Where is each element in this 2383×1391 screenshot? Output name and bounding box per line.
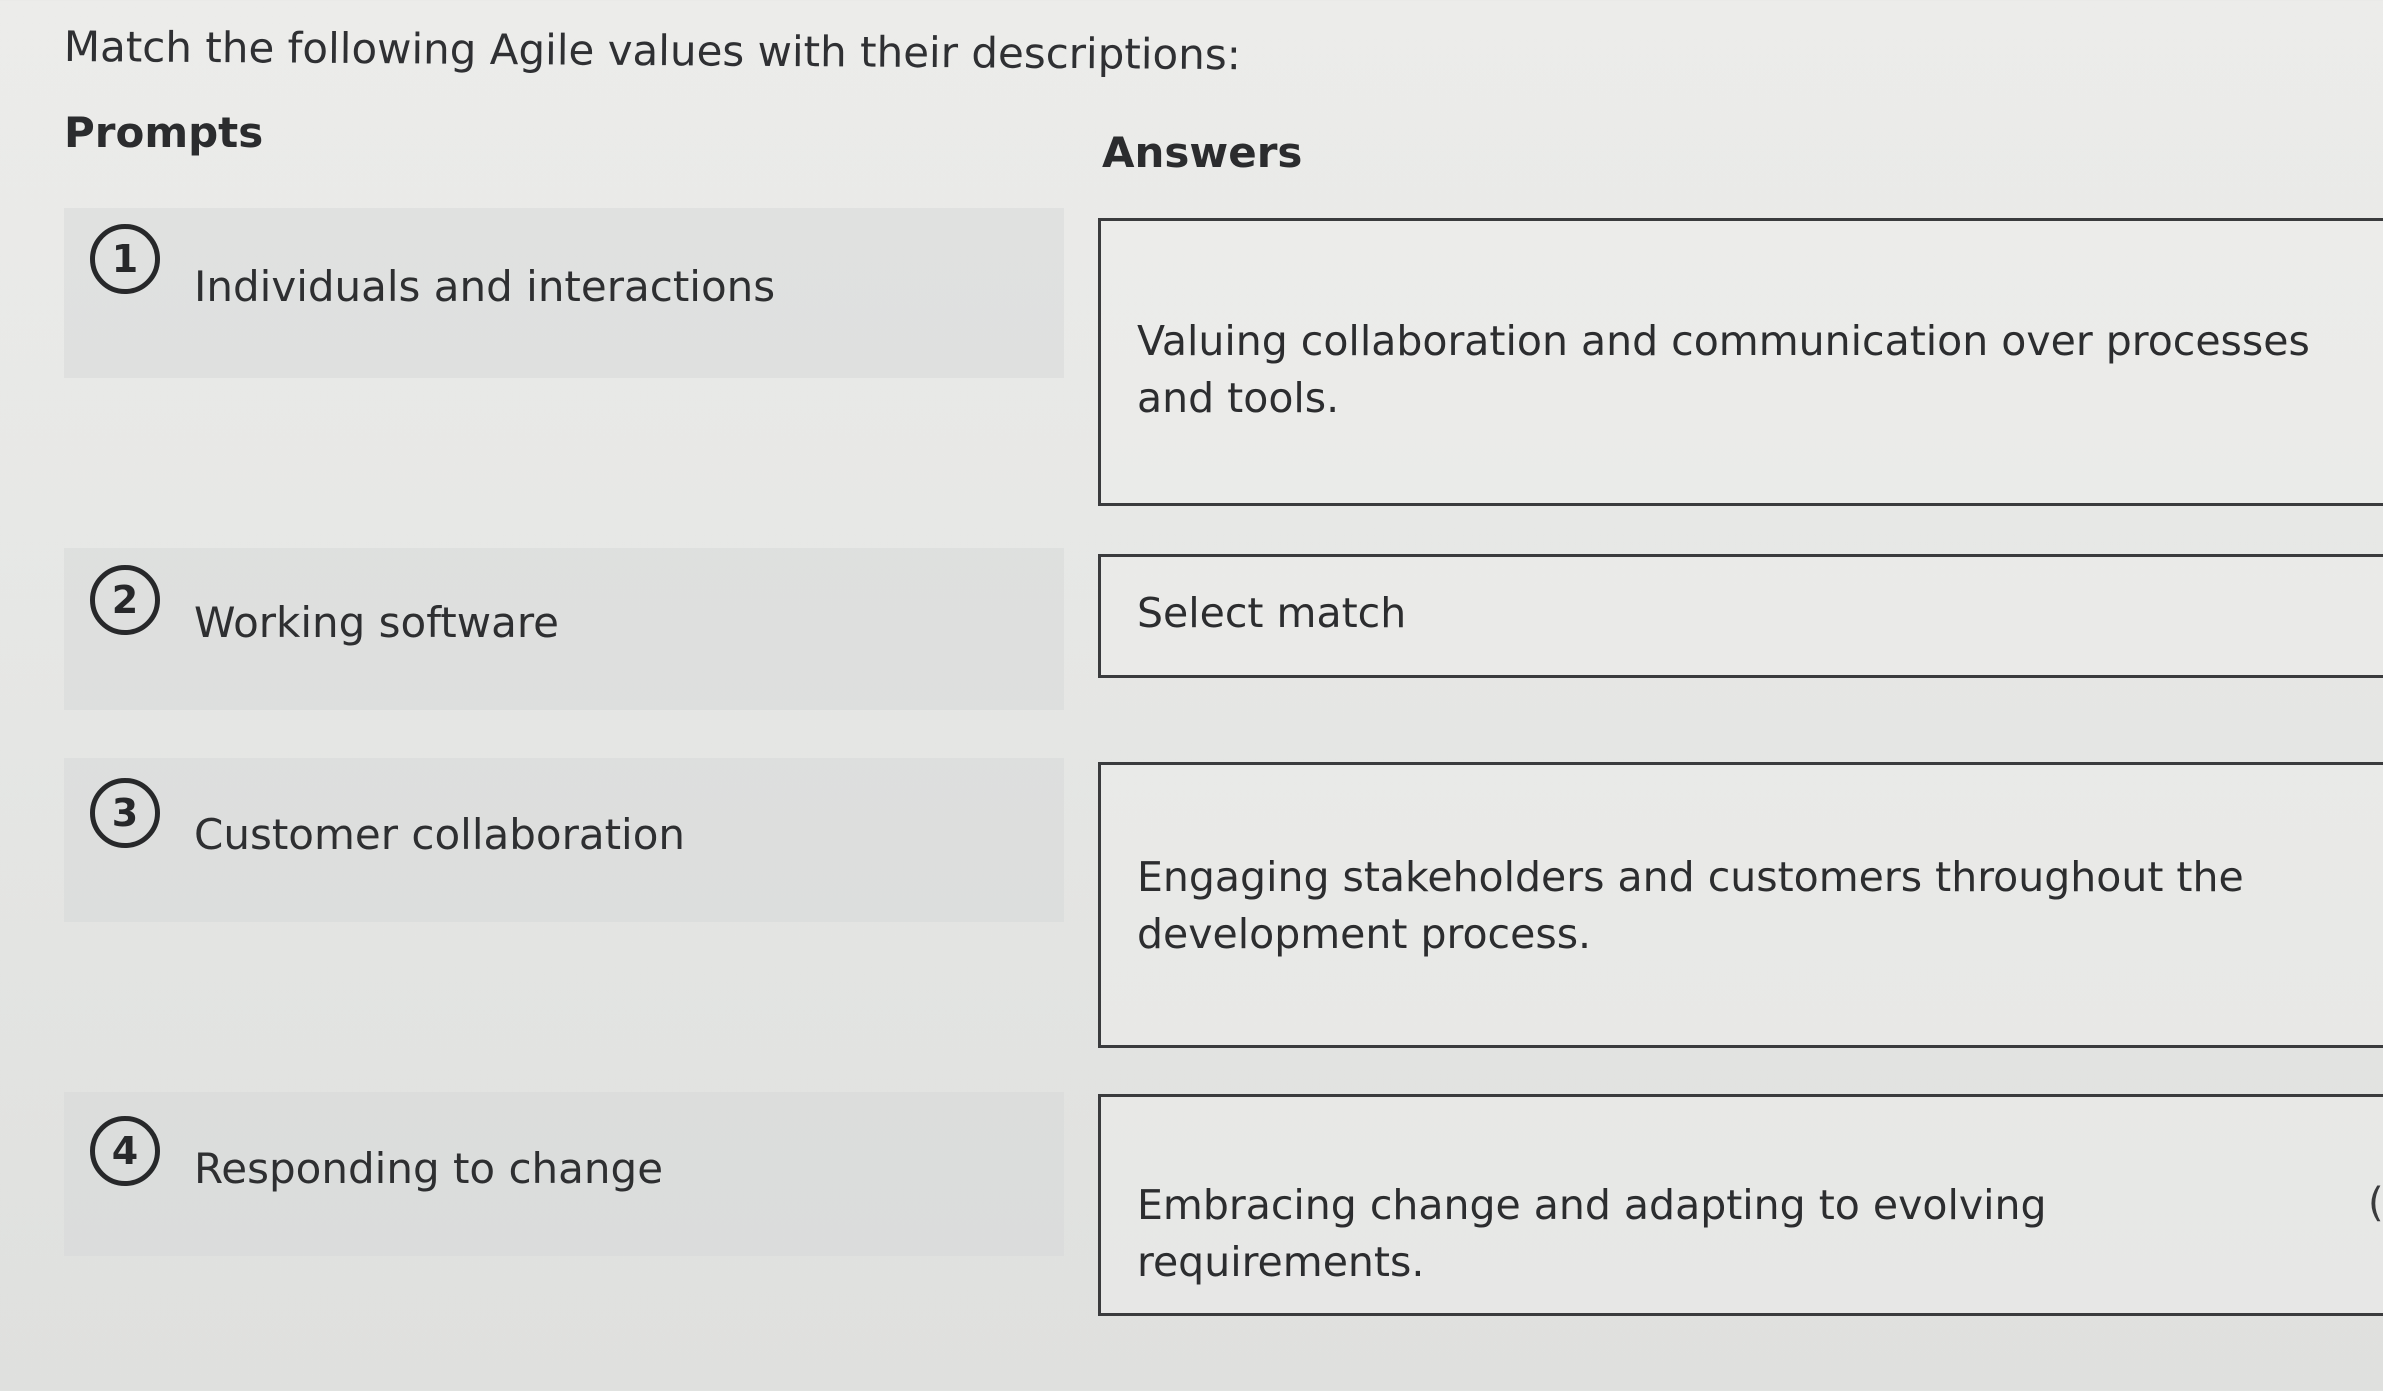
answer-text: Embracing change and adapting to evolvin… [1137, 1181, 2047, 1286]
prompt-number-badge: 1 [90, 224, 160, 294]
answer-placeholder: Select match [1137, 589, 1407, 637]
matching-question-page: Match the following Agile values with th… [0, 0, 2383, 1391]
answer-select-3[interactable]: Engaging stakeholders and customers thro… [1098, 762, 2383, 1048]
answers-heading: Answers [1102, 128, 1303, 177]
prompt-label: Individuals and interactions [194, 262, 776, 311]
answer-text: Engaging stakeholders and customers thro… [1137, 853, 2244, 958]
answer-select-4[interactable]: Embracing change and adapting to evolvin… [1098, 1094, 2383, 1316]
answer-text: Valuing collaboration and communication … [1137, 317, 2310, 422]
prompt-number-badge: 4 [90, 1116, 160, 1186]
prompt-number-badge: 3 [90, 778, 160, 848]
prompt-item-1: 1 Individuals and interactions [64, 208, 1064, 378]
prompt-item-3: 3 Customer collaboration [64, 758, 1064, 922]
answer-select-1[interactable]: Valuing collaboration and communication … [1098, 218, 2383, 506]
question-text: Match the following Agile values with th… [63, 22, 1242, 80]
prompt-number-badge: 2 [90, 565, 160, 635]
cut-off-glyph: ( [2368, 1180, 2383, 1226]
answer-select-2[interactable]: Select match [1098, 554, 2383, 678]
prompt-item-4: 4 Responding to change [64, 1092, 1064, 1256]
prompt-label: Working software [194, 598, 560, 647]
prompt-label: Responding to change [194, 1144, 664, 1193]
prompt-label: Customer collaboration [194, 810, 686, 859]
prompts-heading: Prompts [64, 108, 264, 157]
prompt-item-2: 2 Working software [64, 548, 1064, 710]
